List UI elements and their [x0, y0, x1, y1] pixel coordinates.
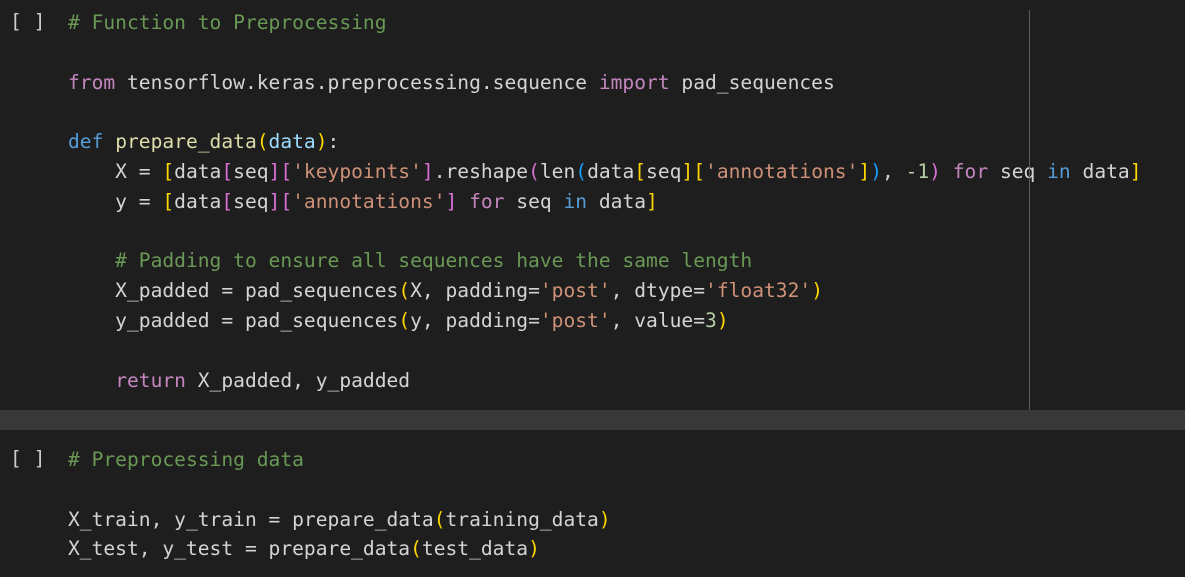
code-line[interactable]: return X_padded, y_padded	[68, 368, 410, 394]
code-token: in	[1047, 160, 1071, 183]
code-token: )	[315, 130, 328, 154]
code-token: (	[398, 309, 411, 332]
code-token: 3	[705, 309, 717, 332]
code-token: seq	[233, 189, 269, 213]
code-token: ][	[268, 189, 293, 213]
code-token: )	[929, 160, 941, 183]
code-token: )	[811, 279, 823, 303]
code-token: 'post'	[539, 309, 611, 332]
code-token: data	[268, 130, 316, 154]
code-token: seq	[988, 160, 1048, 183]
code-token: ][	[681, 160, 706, 183]
code-line[interactable]: X = [data[seq]['keypoints'].reshape(len(…	[68, 159, 1142, 185]
cell-separator	[0, 410, 1185, 430]
code-token: 'float32'	[705, 279, 812, 303]
code-token: seq	[646, 160, 682, 183]
code-token: [	[221, 189, 234, 213]
code-token: seq	[504, 189, 564, 213]
code-token: y =	[68, 189, 163, 213]
code-token: ]	[445, 189, 458, 213]
code-token: def	[68, 130, 104, 154]
code-cell-preprocessing-function[interactable]: [ ] # Function to Preprocessing from tens…	[0, 0, 1185, 410]
code-token: (	[256, 130, 269, 154]
code-token: )	[528, 537, 540, 561]
code-token: , value=	[610, 309, 706, 332]
code-line[interactable]: X_padded = pad_sequences(X, padding='pos…	[68, 278, 823, 304]
code-token: X_test, y_test = prepare_data	[68, 537, 411, 561]
code-line[interactable]: def prepare_data(data):	[68, 129, 339, 155]
code-token: 'annotations'	[292, 189, 446, 213]
code-token: for	[469, 189, 505, 213]
code-token: test_data	[421, 537, 529, 561]
code-token: 'annotations'	[705, 160, 859, 183]
code-token: # Preprocessing data	[68, 448, 304, 471]
code-line[interactable]: # Function to Preprocessing	[68, 10, 387, 36]
code-line[interactable]: # Padding to ensure all sequences have t…	[68, 248, 752, 274]
code-token: ]	[1129, 160, 1142, 183]
code-token: ]	[646, 189, 658, 213]
code-token: (	[398, 279, 411, 303]
run-cell-button[interactable]: [ ]	[10, 447, 45, 470]
code-token: (	[528, 160, 540, 183]
code-token: prepare_data	[115, 130, 257, 154]
code-token: X =	[68, 160, 163, 183]
code-line[interactable]: # Preprocessing data	[68, 447, 304, 473]
code-token: (	[433, 507, 446, 531]
code-token: ]	[421, 160, 434, 183]
code-token: .reshape	[433, 160, 529, 183]
code-token: ][	[268, 160, 293, 183]
code-token: , dtype=	[610, 279, 706, 303]
code-line[interactable]: X_train, y_train = prepare_data(training…	[68, 507, 611, 533]
code-token: y, padding=	[410, 309, 540, 332]
code-token: ]	[858, 160, 871, 183]
code-token: )	[870, 160, 882, 183]
code-token: data	[587, 189, 647, 213]
code-token: for	[952, 160, 989, 183]
code-token: data	[587, 160, 635, 183]
code-token: )	[598, 507, 611, 531]
code-token: X_padded, y_padded	[185, 368, 411, 392]
code-token: import	[598, 70, 670, 94]
code-token: [	[162, 160, 175, 183]
code-token: in	[563, 189, 588, 213]
code-line[interactable]: y_padded = pad_sequences(y, padding='pos…	[68, 308, 729, 334]
code-token: data	[174, 160, 222, 183]
code-cell-preprocessing-data[interactable]: [ ] # Preprocessing data X_train, y_train…	[0, 430, 1185, 577]
code-token: [	[221, 160, 234, 183]
code-token: (	[575, 160, 588, 183]
code-token: (	[410, 537, 422, 561]
code-token: # Function to Preprocessing	[68, 11, 387, 34]
code-token: :	[327, 130, 340, 154]
code-token: [	[634, 160, 647, 183]
code-token: )	[716, 309, 729, 332]
run-cell-button[interactable]: [ ]	[10, 10, 45, 33]
code-token: data	[1070, 160, 1130, 183]
code-token: data	[174, 189, 222, 213]
code-line[interactable]: from tensorflow.keras.preprocessing.sequ…	[68, 70, 835, 96]
code-token: y_padded = pad_sequences	[68, 309, 399, 332]
code-line[interactable]: X_test, y_test = prepare_data(test_data)	[68, 536, 540, 562]
code-token: tensorflow.keras.preprocessing.sequence	[115, 70, 599, 94]
code-token: 'keypoints'	[292, 160, 422, 183]
code-token: 'post'	[539, 279, 611, 303]
code-token: return	[115, 368, 186, 392]
column-ruler	[1029, 10, 1030, 410]
code-token: X_train, y_train = prepare_data	[68, 507, 434, 531]
code-token: X, padding=	[410, 279, 540, 303]
code-token: training_data	[445, 507, 599, 531]
code-line[interactable]: y = [data[seq]['annotations'] for seq in…	[68, 189, 658, 215]
code-token: len	[539, 160, 576, 183]
code-token: X_padded = pad_sequences	[68, 279, 399, 303]
code-token: # Padding to ensure all sequences have t…	[68, 249, 753, 273]
code-token: -1	[905, 160, 930, 183]
code-token: pad_sequences	[669, 70, 835, 94]
code-token: [	[162, 189, 175, 213]
code-token: seq	[233, 160, 269, 183]
code-token: ,	[881, 160, 906, 183]
code-token: from	[68, 70, 116, 94]
